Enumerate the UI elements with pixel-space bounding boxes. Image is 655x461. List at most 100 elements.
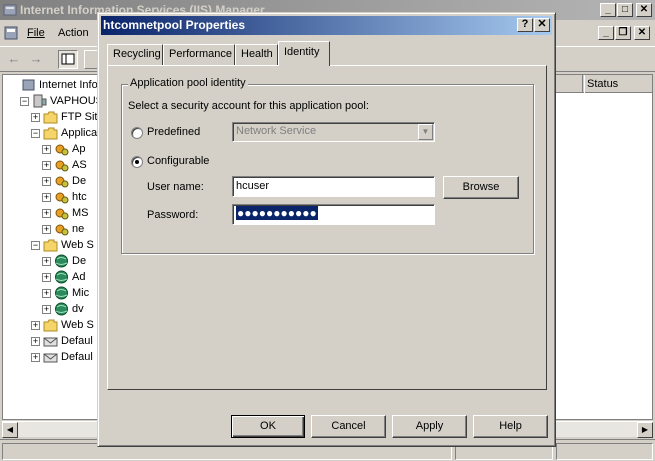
close-button[interactable]: ✕ — [636, 3, 652, 17]
password-masked-value: ●●●●●●●●●●● — [236, 206, 318, 220]
expand-icon[interactable]: + — [31, 353, 40, 362]
tree-item-label: Defaul — [61, 335, 93, 347]
predefined-account-value: Network Service — [236, 125, 317, 137]
expand-icon[interactable]: + — [42, 257, 51, 266]
apply-button[interactable]: Apply — [392, 415, 467, 438]
app-pool-icon — [55, 160, 69, 172]
username-input[interactable]: hcuser — [232, 176, 435, 197]
globe-icon — [55, 302, 68, 316]
tree-item-label: FTP Sit — [61, 111, 98, 123]
iis-icon — [22, 79, 35, 91]
list-pane[interactable]: Status — [553, 74, 653, 420]
tab-recycling[interactable]: Recycling — [107, 44, 163, 65]
ok-button[interactable]: OK — [231, 415, 305, 438]
folder-icon — [43, 319, 58, 332]
properties-dialog: htcomnetpool Properties ? ✕ Recycling Pe… — [97, 12, 556, 447]
tree-item-label: Defaul — [61, 351, 93, 363]
menu-file[interactable]: File — [27, 22, 45, 44]
column-separator — [582, 75, 583, 93]
tree-item-label: VAPHOUSE — [50, 95, 99, 107]
mdi-minimize-button[interactable]: _ — [598, 26, 614, 40]
expand-icon[interactable]: + — [42, 225, 51, 234]
app-pool-icon — [55, 176, 69, 188]
username-label: User name: — [147, 181, 204, 193]
status-column-header[interactable]: Status — [584, 75, 618, 93]
app-pool-identity-group: Application pool identity Select a secur… — [121, 77, 534, 254]
forward-arrow-icon[interactable]: → — [28, 52, 44, 66]
tree-item-label: Applica — [61, 127, 98, 139]
close-dialog-button[interactable]: ✕ — [534, 18, 550, 32]
predefined-account-select[interactable]: Network Service ▼ — [232, 122, 435, 142]
expand-icon[interactable]: + — [42, 193, 51, 202]
identity-tab-panel: Application pool identity Select a secur… — [107, 65, 547, 390]
expand-icon[interactable]: + — [31, 337, 40, 346]
dialog-title-bar: htcomnetpool Properties ? ✕ — [101, 16, 552, 35]
menu-file-label: File — [27, 27, 45, 39]
app-pool-icon — [55, 144, 69, 156]
expand-icon[interactable]: + — [42, 161, 51, 170]
expand-icon[interactable]: + — [42, 145, 51, 154]
help-button[interactable]: Help — [473, 415, 548, 438]
expand-icon[interactable]: + — [42, 289, 51, 298]
tree-item-label: Mic — [72, 287, 90, 299]
minimize-button[interactable]: _ — [600, 3, 616, 17]
app-pool-icon — [55, 192, 69, 204]
back-arrow-icon[interactable]: ← — [6, 52, 22, 66]
scroll-right-icon[interactable]: ▶ — [637, 422, 653, 438]
instruction-text: Select a security account for this appli… — [128, 100, 369, 112]
predefined-radio[interactable] — [131, 127, 143, 139]
status-cell-third — [556, 443, 653, 460]
tree-item-label: ne — [72, 223, 85, 235]
cancel-button[interactable]: Cancel — [311, 415, 386, 438]
scroll-left-icon[interactable]: ◀ — [2, 422, 18, 438]
tree-item-label: dv — [72, 303, 84, 315]
configurable-label-text: Configurable — [147, 155, 210, 167]
maximize-button[interactable]: □ — [617, 3, 633, 17]
chevron-down-icon[interactable]: ▼ — [418, 124, 433, 140]
tree-item-label: MS — [72, 207, 89, 219]
tree-item-label: De — [72, 175, 87, 187]
mdi-close-button[interactable]: ✕ — [634, 26, 650, 40]
folder-icon — [43, 111, 58, 124]
globe-icon — [55, 254, 68, 268]
folder-icon — [43, 127, 58, 140]
tree-item-label: Ad — [72, 271, 86, 283]
expand-icon[interactable]: + — [42, 273, 51, 282]
expand-icon[interactable]: + — [31, 113, 40, 122]
tree-item-label: AS — [72, 159, 87, 171]
tree-pane[interactable]: Internet Information − VAPHOUSE + FTP Sit − Ap… — [2, 74, 100, 420]
tree-item-label: Internet Information — [39, 79, 100, 91]
configurable-label[interactable]: Configurable — [147, 155, 209, 167]
help-title-button[interactable]: ? — [517, 18, 533, 32]
menu-action[interactable]: Action — [58, 22, 89, 44]
tree-item-label: De — [72, 255, 87, 267]
tree-pane-icon — [61, 53, 75, 65]
tree-item-label: htc — [72, 191, 87, 203]
expand-icon[interactable]: + — [42, 177, 51, 186]
password-input[interactable]: ●●●●●●●●●●● — [232, 204, 435, 225]
tab-performance[interactable]: Performance — [163, 44, 235, 65]
mdi-restore-button[interactable]: ❐ — [615, 26, 631, 40]
username-value: hcuser — [236, 180, 270, 192]
list-column-header: Status — [554, 75, 652, 93]
browse-button[interactable]: Browse — [443, 176, 519, 199]
group-title: Application pool identity — [128, 77, 248, 89]
tab-health[interactable]: Health — [235, 44, 278, 65]
globe-icon — [55, 270, 68, 284]
smtp-icon — [43, 353, 58, 363]
collapse-icon[interactable]: − — [31, 129, 40, 138]
expand-icon[interactable]: + — [42, 305, 51, 314]
tab-identity[interactable]: Identity — [278, 41, 330, 66]
tree-item-label: Web S — [61, 239, 94, 251]
collapse-icon[interactable]: − — [20, 97, 29, 106]
tree-item-label: Web S — [61, 319, 94, 331]
configurable-radio[interactable] — [131, 156, 143, 168]
predefined-label[interactable]: Predefined — [147, 126, 200, 138]
show-tree-button[interactable] — [58, 50, 78, 69]
mmc-icon — [4, 26, 18, 40]
expand-icon[interactable]: + — [31, 321, 40, 330]
folder-icon — [43, 239, 58, 252]
globe-icon — [55, 286, 68, 300]
expand-icon[interactable]: + — [42, 209, 51, 218]
collapse-icon[interactable]: − — [31, 241, 40, 250]
